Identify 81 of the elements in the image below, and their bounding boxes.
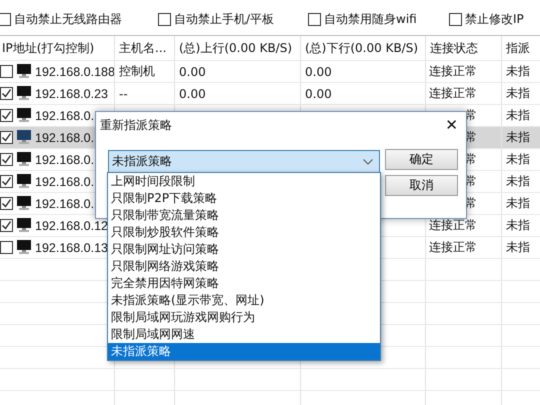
checkbox[interactable]: [0, 197, 13, 210]
ip-address: 192.168.0.: [35, 196, 94, 210]
monitor-icon: [16, 240, 32, 255]
checkbox[interactable]: [0, 87, 13, 100]
dropdown-option[interactable]: 未指派策略(显示带宽、网址): [108, 292, 380, 309]
column-header[interactable]: (总)下行(0.00 KB/S): [301, 36, 426, 60]
monitor-icon: [16, 64, 32, 79]
status-cell: 常: [465, 195, 477, 212]
ip-address: 192.168.0.12: [35, 218, 108, 232]
monitor-icon: [16, 174, 32, 189]
dialog-title: 重新指派策略: [100, 116, 172, 134]
checkbox[interactable]: [0, 219, 13, 232]
close-icon[interactable]: ✕: [445, 116, 458, 134]
chevron-icon: [363, 158, 373, 164]
strategy-cell: 未指: [506, 217, 530, 234]
strategy-dropdown[interactable]: 未指派策略: [108, 150, 380, 173]
dropdown-option[interactable]: 只限制带宽流量策略: [108, 207, 380, 224]
table-cell: 控制机: [119, 63, 155, 80]
table-cell: 0.00: [305, 64, 332, 78]
dropdown-option[interactable]: 只限制P2P下载策略: [108, 190, 380, 207]
strategy-cell: 未指: [506, 107, 530, 124]
status-cell: 常: [465, 151, 477, 168]
status-cell: 连接正常: [429, 217, 477, 234]
ip-address: 192.168.0.: [35, 152, 94, 166]
checkbox[interactable]: [0, 13, 11, 26]
checkbox[interactable]: [449, 13, 462, 26]
ip-address: 192.168.0.: [35, 174, 94, 188]
status-cell: 连接正常: [429, 63, 477, 80]
dropdown-option[interactable]: 完全禁用因特网策略: [108, 275, 380, 292]
strategy-cell: 未指: [506, 63, 530, 80]
status-cell: 常: [465, 129, 477, 146]
strategy-cell: 未指: [506, 129, 530, 146]
strategy-cell: 未指: [506, 173, 530, 190]
status-cell: 连接正常: [429, 239, 477, 256]
dropdown-option[interactable]: 只限制网址访问策略: [108, 241, 380, 258]
strategy-cell: 未指: [506, 239, 530, 256]
dropdown-option[interactable]: 上网时间段限制: [108, 173, 380, 190]
status-cell: 常: [465, 173, 477, 190]
dropdown-option[interactable]: 只限制炒股软件策略: [108, 224, 380, 241]
monitor-icon: [16, 196, 32, 211]
checkbox[interactable]: [158, 13, 171, 26]
checkbox[interactable]: [0, 241, 13, 254]
monitor-icon: [16, 218, 32, 233]
dropdown-option[interactable]: 未指派策略: [108, 343, 380, 360]
checkbox[interactable]: [0, 109, 13, 122]
strategy-cell: 未指: [506, 195, 530, 212]
dropdown-option[interactable]: 只限制网络游戏策略: [108, 258, 380, 275]
monitor-icon: [16, 130, 32, 145]
dialog-button[interactable]: 确定: [385, 149, 458, 170]
dropdown-option[interactable]: 限制局域网网速: [108, 326, 380, 343]
checkbox[interactable]: [0, 153, 13, 166]
column-header[interactable]: IP地址(打勾控制): [0, 36, 115, 60]
table-cell: 0.00: [179, 86, 206, 100]
monitor-icon: [16, 108, 32, 123]
ip-address: 192.168.0.23: [35, 86, 108, 100]
ip-address: 192.168.0.: [35, 130, 94, 144]
dialog-button[interactable]: 取消: [385, 175, 458, 196]
checkbox[interactable]: [308, 13, 321, 26]
column-header[interactable]: 主机名...: [115, 36, 175, 60]
column-header[interactable]: 指派: [502, 36, 540, 60]
checkbox-label: 禁止修改IP: [465, 11, 524, 28]
dropdown-option[interactable]: 限制局域网玩游戏网购行为: [108, 309, 380, 326]
monitor-icon: [16, 86, 32, 101]
status-cell: 常: [465, 107, 477, 124]
monitor-icon: [16, 152, 32, 167]
checkbox-label: 自动禁止无线路由器: [14, 11, 122, 28]
checkbox-label: 自动禁用随身wifi: [324, 11, 417, 28]
column-header[interactable]: 连接状态: [426, 36, 502, 60]
table-cell: 0.00: [179, 64, 206, 78]
checkbox-label: 自动禁止手机/平板: [174, 11, 274, 28]
ip-address: 192.168.0.: [35, 108, 94, 122]
ip-address: 192.168.0.13: [35, 240, 108, 254]
checkbox[interactable]: [0, 175, 13, 188]
checkbox[interactable]: [0, 65, 13, 78]
table-cell: --: [119, 86, 128, 100]
column-header[interactable]: (总)上行(0.00 KB/S): [175, 36, 301, 60]
strategy-cell: 未指: [506, 151, 530, 168]
checkbox[interactable]: [0, 131, 13, 144]
status-cell: 连接正常: [429, 85, 477, 102]
strategy-cell: 未指: [506, 85, 530, 102]
table-cell: 0.00: [305, 86, 332, 100]
